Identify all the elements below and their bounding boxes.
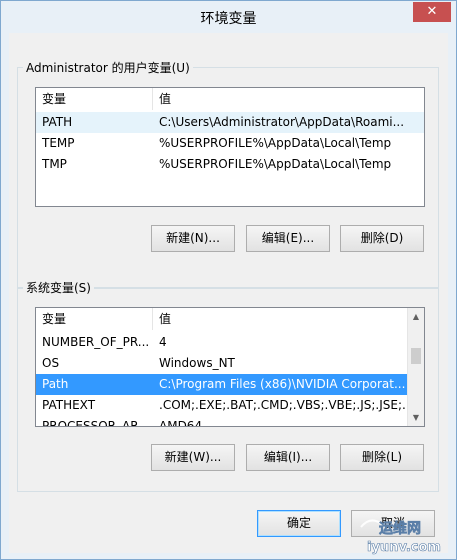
system-new-button[interactable]: 新建(W)... bbox=[151, 444, 235, 471]
table-row-selected[interactable]: Path C:\Program Files (x86)\NVIDIA Corpo… bbox=[36, 374, 408, 395]
column-header-value[interactable]: 值 bbox=[153, 308, 409, 330]
table-row[interactable]: PATHEXT .COM;.EXE;.BAT;.CMD;.VBS;.VBE;.J… bbox=[36, 395, 408, 416]
scroll-thumb[interactable] bbox=[411, 348, 421, 364]
list-header: 变量 值 bbox=[36, 88, 424, 110]
table-row[interactable]: TEMP %USERPROFILE%\AppData\Local\Temp bbox=[36, 133, 424, 154]
close-button[interactable]: ✕ bbox=[413, 2, 451, 22]
variable-value: C:\Program Files (x86)\NVIDIA Corporat..… bbox=[159, 377, 406, 391]
close-icon: ✕ bbox=[426, 4, 438, 19]
table-row[interactable]: OS Windows_NT bbox=[36, 353, 408, 374]
variable-name: NUMBER_OF_PR... bbox=[42, 335, 150, 349]
system-variables-list[interactable]: 变量 值 NUMBER_OF_PR... 4 OS Windows_NT Pat… bbox=[35, 307, 425, 427]
dialog-client: Administrator 的用户变量(U) 变量 值 PATH C:\User… bbox=[9, 33, 448, 553]
variable-name: Path bbox=[42, 377, 69, 391]
variable-value: .COM;.EXE;.BAT;.CMD;.VBS;.VBE;.JS;.JSE;.… bbox=[159, 398, 408, 412]
watermark-line1: 运维网 bbox=[379, 520, 421, 537]
table-row[interactable]: NUMBER_OF_PR... 4 bbox=[36, 332, 408, 353]
list-header: 变量 值 bbox=[36, 308, 424, 330]
column-header-variable[interactable]: 变量 bbox=[36, 308, 153, 330]
variable-value: Windows_NT bbox=[159, 356, 235, 370]
scroll-up-icon[interactable]: ▲ bbox=[408, 308, 424, 325]
vertical-scrollbar[interactable]: ▲ ▼ bbox=[407, 308, 424, 426]
user-edit-button[interactable]: 编辑(E)... bbox=[246, 225, 330, 252]
table-row[interactable]: PATH C:\Users\Administrator\AppData\Roam… bbox=[36, 112, 424, 133]
title-bar[interactable]: 环境变量 ✕ bbox=[1, 1, 456, 33]
system-edit-button[interactable]: 编辑(I)... bbox=[246, 444, 330, 471]
variable-value: %USERPROFILE%\AppData\Local\Temp bbox=[159, 157, 392, 171]
variable-name: TEMP bbox=[42, 136, 75, 150]
user-variables-label: Administrator 的用户变量(U) bbox=[23, 59, 193, 76]
variable-name: TMP bbox=[42, 157, 67, 171]
column-header-value[interactable]: 值 bbox=[153, 88, 424, 110]
variable-value: 4 bbox=[159, 335, 167, 349]
system-variables-group: 系统变量(S) 变量 值 NUMBER_OF_PR... 4 OS Window… bbox=[17, 279, 439, 492]
user-delete-button[interactable]: 删除(D) bbox=[340, 225, 424, 252]
column-header-variable[interactable]: 变量 bbox=[36, 88, 153, 110]
table-row[interactable]: TMP %USERPROFILE%\AppData\Local\Temp bbox=[36, 154, 424, 175]
variable-name: PROCESSOR_AR... bbox=[42, 419, 150, 427]
user-new-button[interactable]: 新建(N)... bbox=[151, 225, 235, 252]
variable-name: OS bbox=[42, 356, 60, 370]
user-variables-group: Administrator 的用户变量(U) 变量 值 PATH C:\User… bbox=[17, 59, 439, 289]
scroll-down-icon[interactable]: ▼ bbox=[408, 409, 424, 426]
watermark-logo: 运维网 iyunv.com bbox=[353, 513, 455, 557]
window-title: 环境变量 bbox=[200, 11, 257, 27]
variable-value: C:\Users\Administrator\AppData\Roami... bbox=[159, 115, 405, 129]
environment-variables-window: 环境变量 ✕ Administrator 的用户变量(U) 变量 值 PATH … bbox=[0, 0, 457, 560]
variable-value: AMD64 bbox=[159, 419, 203, 427]
system-delete-button[interactable]: 删除(L) bbox=[340, 444, 424, 471]
variable-value: %USERPROFILE%\AppData\Local\Temp bbox=[159, 136, 392, 150]
system-variables-label: 系统变量(S) bbox=[23, 279, 94, 296]
ok-button[interactable]: 确定 bbox=[257, 510, 341, 537]
user-variables-list[interactable]: 变量 值 PATH C:\Users\Administrator\AppData… bbox=[35, 87, 425, 207]
watermark-icon: 运维网 iyunv.com bbox=[360, 519, 441, 555]
table-row[interactable]: PROCESSOR_AR... AMD64 bbox=[36, 416, 408, 427]
variable-name: PATH bbox=[42, 115, 73, 129]
watermark-line2: iyunv.com bbox=[367, 540, 441, 555]
variable-name: PATHEXT bbox=[42, 398, 96, 412]
